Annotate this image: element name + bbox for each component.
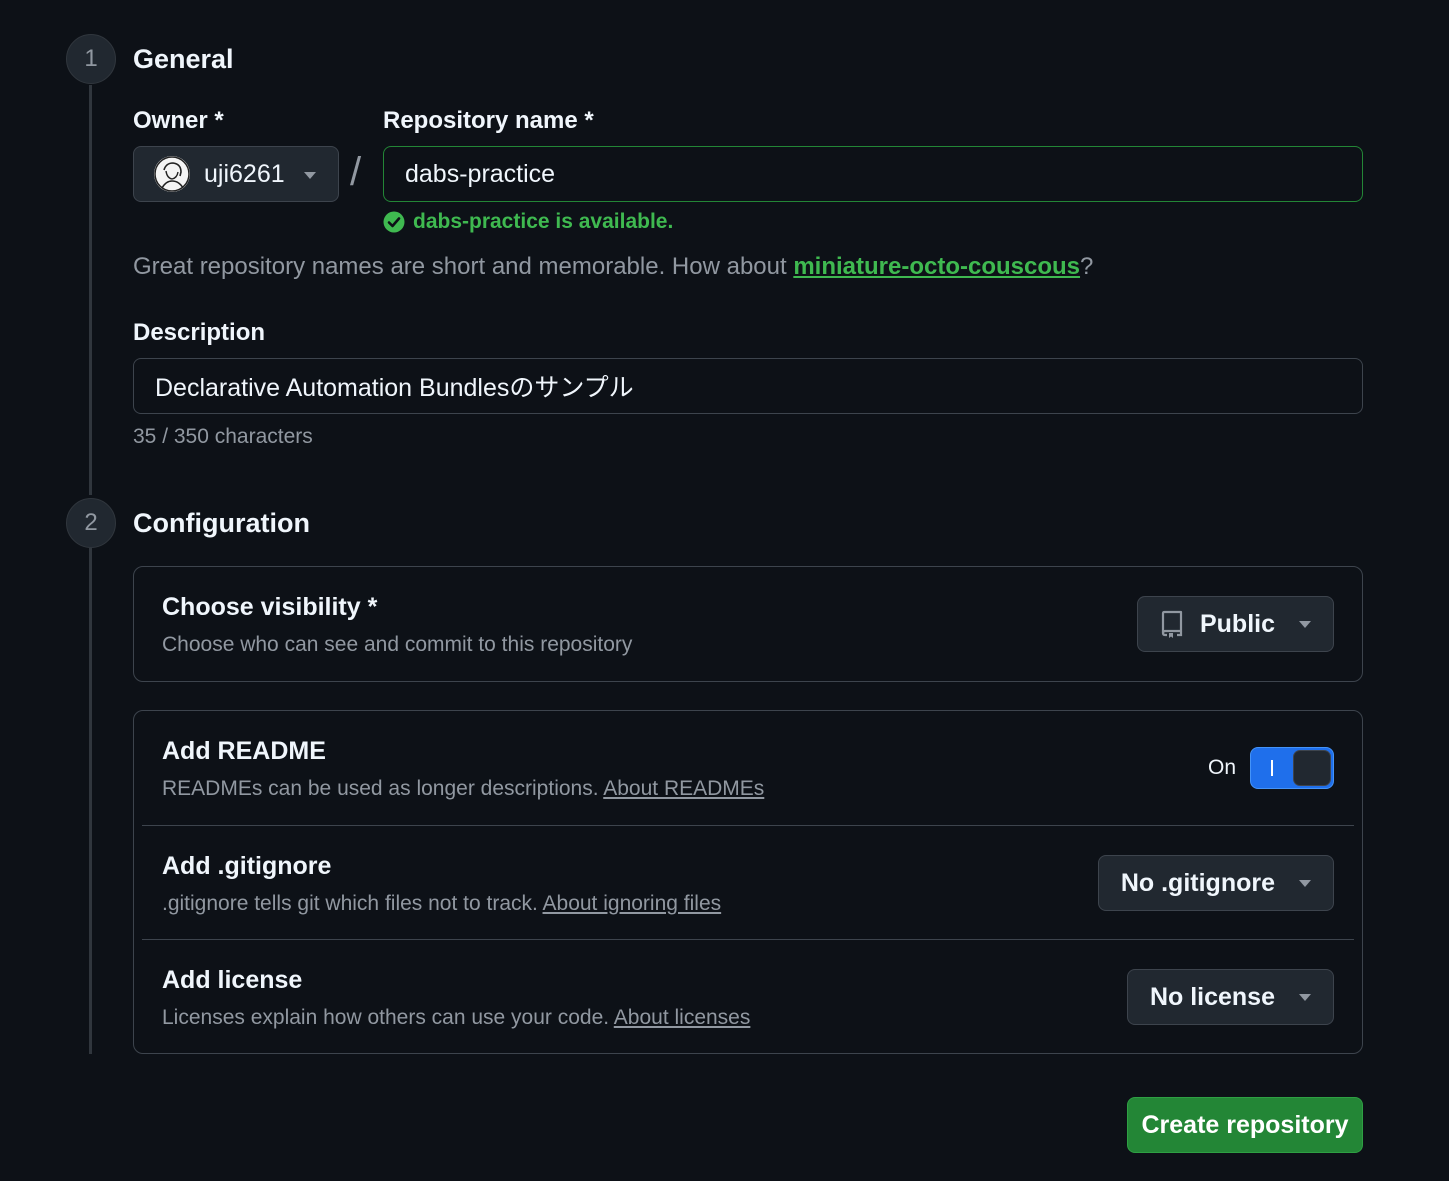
readme-row: Add README READMEs can be used as longer…: [134, 711, 1362, 825]
hint-prefix: Great repository names are short and mem…: [133, 253, 794, 280]
gitignore-title: Add .gitignore: [162, 852, 332, 880]
caret-down-icon: [1299, 620, 1311, 628]
gitignore-row: Add .gitignore .gitignore tells git whic…: [142, 825, 1354, 939]
license-desc-text: Licenses explain how others can use your…: [162, 1006, 614, 1029]
repository-name-input[interactable]: [383, 146, 1363, 202]
readme-toggle-switch[interactable]: [1250, 747, 1334, 789]
visibility-card: Choose visibility * Choose who can see a…: [133, 566, 1363, 682]
license-row: Add license Licenses explain how others …: [142, 939, 1354, 1053]
timeline-line: [89, 85, 92, 495]
owner-name: uji6261: [204, 159, 285, 188]
section-title-general: General: [133, 44, 234, 74]
availability-text: dabs-practice is available.: [413, 210, 674, 233]
repository-name-label: Repository name *: [383, 107, 594, 134]
timeline-line: [89, 548, 92, 1054]
gitignore-desc-text: .gitignore tells git which files not to …: [162, 892, 543, 915]
toggle-on-indicator: [1271, 760, 1273, 776]
create-repository-button[interactable]: Create repository: [1127, 1097, 1363, 1153]
owner-dropdown-button[interactable]: uji6261: [133, 146, 339, 202]
visibility-description: Choose who can see and commit to this re…: [162, 633, 633, 656]
section-title-configuration: Configuration: [133, 508, 310, 538]
license-dropdown-button[interactable]: No license: [1126, 969, 1334, 1025]
avatar-icon: [154, 156, 190, 192]
caret-down-icon: [304, 172, 316, 179]
check-circle-icon: [383, 211, 405, 233]
toggle-knob: [1293, 750, 1331, 786]
repository-name-hint: Great repository names are short and mem…: [133, 253, 1093, 281]
step-number-1: 1: [66, 34, 116, 84]
gitignore-dropdown-button[interactable]: No .gitignore: [1097, 855, 1334, 911]
license-description: Licenses explain how others can use your…: [162, 1006, 750, 1030]
readme-title: Add README: [162, 737, 326, 765]
suggested-name-link[interactable]: miniature-octo-couscous: [793, 253, 1080, 280]
gitignore-description: .gitignore tells git which files not to …: [162, 892, 721, 916]
license-title: Add license: [162, 966, 303, 994]
owner-label: Owner *: [133, 107, 224, 134]
visibility-row: Choose visibility * Choose who can see a…: [134, 567, 1362, 681]
repo-icon: [1161, 610, 1183, 638]
create-repository-page: 1 General Owner * uji6261 / Repository n…: [0, 0, 1449, 1181]
license-selected: No license: [1149, 982, 1275, 1011]
caret-down-icon: [1299, 993, 1311, 1001]
description-label: Description: [133, 319, 266, 346]
visibility-selected: Public: [1199, 609, 1275, 638]
readme-toggle-group: On: [1208, 747, 1334, 789]
about-readmes-link[interactable]: About READMEs: [603, 777, 764, 800]
user-avatar: [154, 156, 190, 192]
visibility-dropdown-button[interactable]: Public: [1136, 596, 1334, 652]
about-ignoring-files-link[interactable]: About ignoring files: [543, 892, 722, 915]
hint-suffix: ?: [1080, 253, 1094, 280]
readme-desc-text: READMEs can be used as longer descriptio…: [162, 777, 604, 800]
owner-repo-separator: /: [350, 150, 362, 194]
visibility-title: Choose visibility *: [162, 593, 378, 621]
repository-options-card: Add README READMEs can be used as longer…: [133, 710, 1363, 1054]
caret-down-icon: [1299, 879, 1311, 887]
step-number-2: 2: [66, 498, 116, 548]
gitignore-selected: No .gitignore: [1120, 868, 1275, 897]
availability-message: dabs-practice is available.: [383, 210, 673, 234]
readme-description: READMEs can be used as longer descriptio…: [162, 777, 764, 801]
readme-toggle-state: On: [1207, 756, 1236, 779]
description-char-count: 35 / 350 characters: [133, 425, 313, 448]
about-licenses-link[interactable]: About licenses: [614, 1006, 751, 1029]
description-input[interactable]: [133, 358, 1363, 414]
